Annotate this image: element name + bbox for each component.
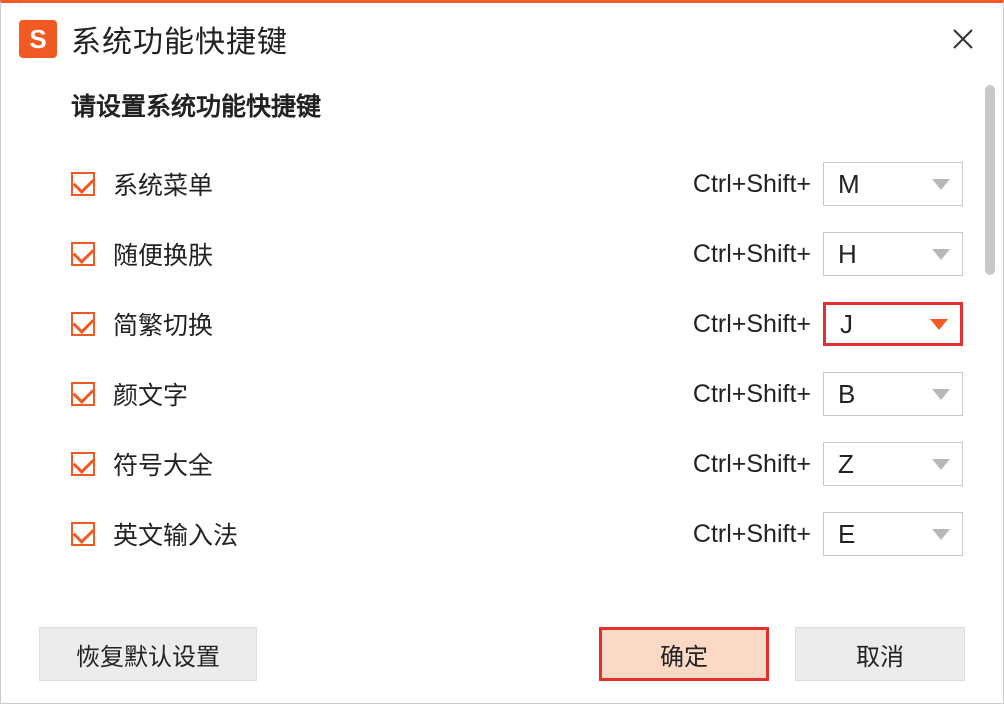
chevron-down-icon	[932, 179, 950, 190]
close-icon	[952, 28, 974, 50]
window-title: 系统功能快捷键	[71, 17, 288, 61]
cancel-button[interactable]: 取消	[795, 627, 965, 681]
select-value: Z	[838, 449, 854, 480]
checkbox-english-ime[interactable]	[71, 522, 95, 546]
row-label: 系统菜单	[113, 166, 693, 202]
footer: 恢复默认设置 确定 取消	[1, 627, 1003, 681]
key-prefix: Ctrl+Shift+	[693, 520, 811, 549]
title-left: S 系统功能快捷键	[19, 17, 288, 61]
chevron-down-icon	[932, 389, 950, 400]
key-prefix: Ctrl+Shift+	[693, 310, 811, 339]
scrollbar-thumb[interactable]	[985, 85, 995, 275]
chevron-down-icon	[930, 319, 948, 330]
chevron-down-icon	[932, 459, 950, 470]
chevron-down-icon	[932, 529, 950, 540]
titlebar: S 系统功能快捷键	[1, 3, 1003, 69]
select-value: M	[838, 169, 860, 200]
row-label: 随便换肤	[113, 236, 693, 272]
app-logo-icon: S	[19, 20, 57, 58]
select-value: J	[840, 309, 853, 340]
close-button[interactable]	[943, 19, 983, 59]
checkbox-symbols[interactable]	[71, 452, 95, 476]
row-label: 简繁切换	[113, 306, 693, 342]
key-prefix: Ctrl+Shift+	[693, 380, 811, 409]
key-select-trad-simp-toggle[interactable]: J	[823, 302, 963, 346]
key-select-system-menu[interactable]: M	[823, 162, 963, 206]
hotkey-row: 英文输入法 Ctrl+Shift+ E	[71, 499, 963, 569]
key-select-random-skin[interactable]: H	[823, 232, 963, 276]
checkbox-kaomoji[interactable]	[71, 382, 95, 406]
hotkey-row: 随便换肤 Ctrl+Shift+ H	[71, 219, 963, 289]
subtitle: 请设置系统功能快捷键	[71, 87, 963, 123]
key-select-english-ime[interactable]: E	[823, 512, 963, 556]
row-label: 符号大全	[113, 446, 693, 482]
dialog-window: S 系统功能快捷键 请设置系统功能快捷键 系统菜单 Ctrl+Shift+ M …	[0, 0, 1004, 704]
key-select-kaomoji[interactable]: B	[823, 372, 963, 416]
key-select-symbols[interactable]: Z	[823, 442, 963, 486]
key-prefix: Ctrl+Shift+	[693, 450, 811, 479]
row-label: 颜文字	[113, 376, 693, 412]
select-value: B	[838, 379, 855, 410]
restore-default-button[interactable]: 恢复默认设置	[39, 627, 257, 681]
hotkey-row: 系统菜单 Ctrl+Shift+ M	[71, 149, 963, 219]
key-prefix: Ctrl+Shift+	[693, 240, 811, 269]
checkbox-trad-simp-toggle[interactable]	[71, 312, 95, 336]
select-value: H	[838, 239, 857, 270]
chevron-down-icon	[932, 249, 950, 260]
checkbox-random-skin[interactable]	[71, 242, 95, 266]
spacer	[283, 627, 573, 681]
hotkey-row: 简繁切换 Ctrl+Shift+ J	[71, 289, 963, 359]
hotkey-row: 符号大全 Ctrl+Shift+ Z	[71, 429, 963, 499]
row-label: 英文输入法	[113, 516, 693, 552]
checkbox-system-menu[interactable]	[71, 172, 95, 196]
select-value: E	[838, 519, 855, 550]
ok-button[interactable]: 确定	[599, 627, 769, 681]
key-prefix: Ctrl+Shift+	[693, 170, 811, 199]
hotkey-row: 颜文字 Ctrl+Shift+ B	[71, 359, 963, 429]
content-area: 请设置系统功能快捷键 系统菜单 Ctrl+Shift+ M 随便换肤 Ctrl+…	[1, 69, 1003, 609]
